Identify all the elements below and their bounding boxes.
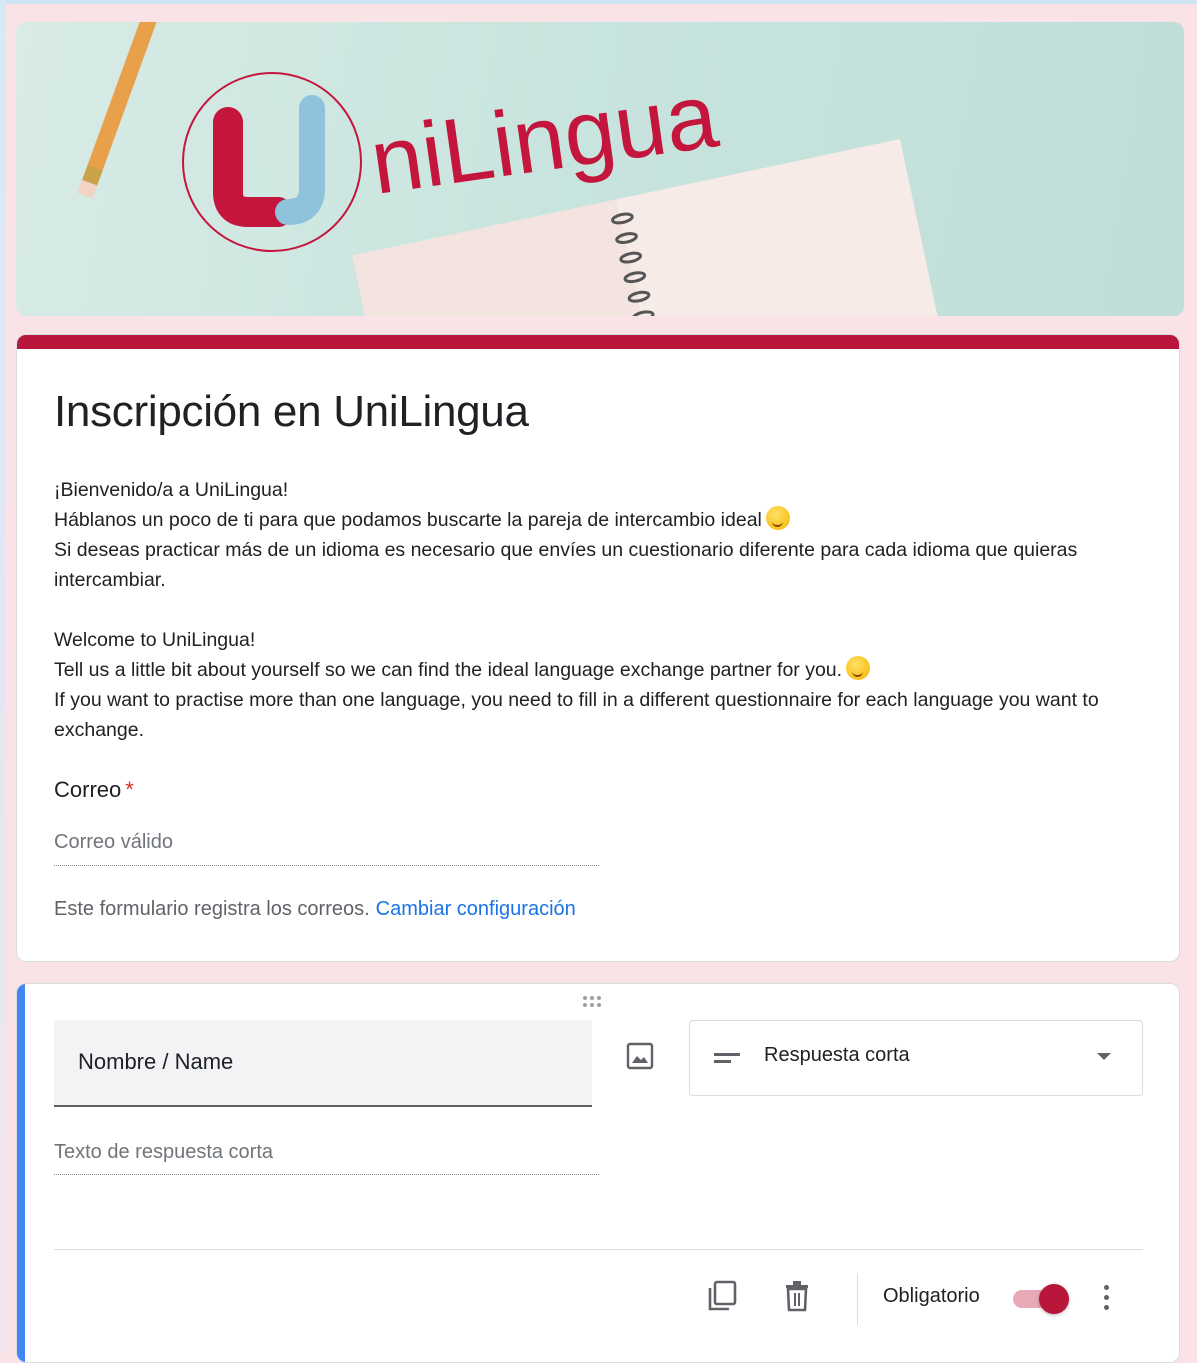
window-frame-top xyxy=(0,0,1197,4)
image-icon[interactable] xyxy=(625,1041,655,1071)
toggle-thumb xyxy=(1039,1284,1069,1314)
description-line: Tell us a little bit about yourself so w… xyxy=(54,655,1144,685)
duplicate-icon[interactable] xyxy=(705,1278,741,1314)
question-footer-divider xyxy=(54,1249,1143,1250)
email-question-label: Correo * xyxy=(54,777,134,802)
drag-handle-icon[interactable] xyxy=(583,994,613,1010)
description-line: Welcome to UniLingua! xyxy=(54,629,256,651)
question-title-text: Nombre / Name xyxy=(78,1049,234,1074)
chevron-down-icon xyxy=(1097,1053,1111,1060)
description-line: Si deseas practicar más de un idioma es … xyxy=(54,539,1078,591)
more-vert-icon[interactable] xyxy=(1097,1282,1117,1314)
window-frame-left xyxy=(0,0,6,1350)
short-text-icon xyxy=(714,1053,740,1063)
short-answer-placeholder: Texto de respuesta corta xyxy=(54,1141,274,1163)
question-type-dropdown[interactable]: Respuesta corta xyxy=(689,1020,1143,1096)
email-field-underline xyxy=(54,865,599,866)
header-accent-bar xyxy=(17,335,1179,349)
question-title-input[interactable]: Nombre / Name xyxy=(54,1020,592,1107)
change-settings-link[interactable]: Cambiar configuración xyxy=(376,898,576,920)
footer-separator xyxy=(857,1273,858,1325)
form-title[interactable]: Inscripción en UniLingua xyxy=(54,387,529,437)
logo-letter-l xyxy=(213,107,293,227)
required-toggle-label: Obligatorio xyxy=(883,1285,980,1307)
description-line: Háblanos un poco de ti para que podamos … xyxy=(54,505,1144,535)
description-line: ¡Bienvenido/a a UniLingua! xyxy=(54,479,289,501)
question-type-label: Respuesta corta xyxy=(764,1044,910,1066)
short-answer-underline xyxy=(54,1174,599,1175)
pencil-illustration xyxy=(77,22,161,199)
delete-icon[interactable] xyxy=(779,1278,815,1314)
required-toggle[interactable] xyxy=(1013,1284,1073,1314)
email-field-placeholder: Correo válido xyxy=(54,831,173,853)
banner-illustration: niLingua xyxy=(77,22,950,316)
form-header-card: Inscripción en UniLingua ¡Bienvenido/a a… xyxy=(16,334,1180,962)
email-collection-note: Este formulario registra los correos. Cam… xyxy=(54,898,576,920)
wink-emoji-icon xyxy=(765,506,790,530)
description-line: If you want to practise more than one la… xyxy=(54,689,1099,741)
required-asterisk: * xyxy=(125,777,134,802)
wink-emoji-icon xyxy=(846,656,871,680)
question-card[interactable]: Nombre / Name Respuesta corta Texto de r… xyxy=(16,983,1180,1363)
logo-letter-u xyxy=(275,95,325,225)
active-question-indicator xyxy=(17,984,25,1362)
header-banner-image: niLingua xyxy=(16,22,1184,316)
form-description[interactable]: ¡Bienvenido/a a UniLingua! Háblanos un p… xyxy=(54,475,1144,745)
